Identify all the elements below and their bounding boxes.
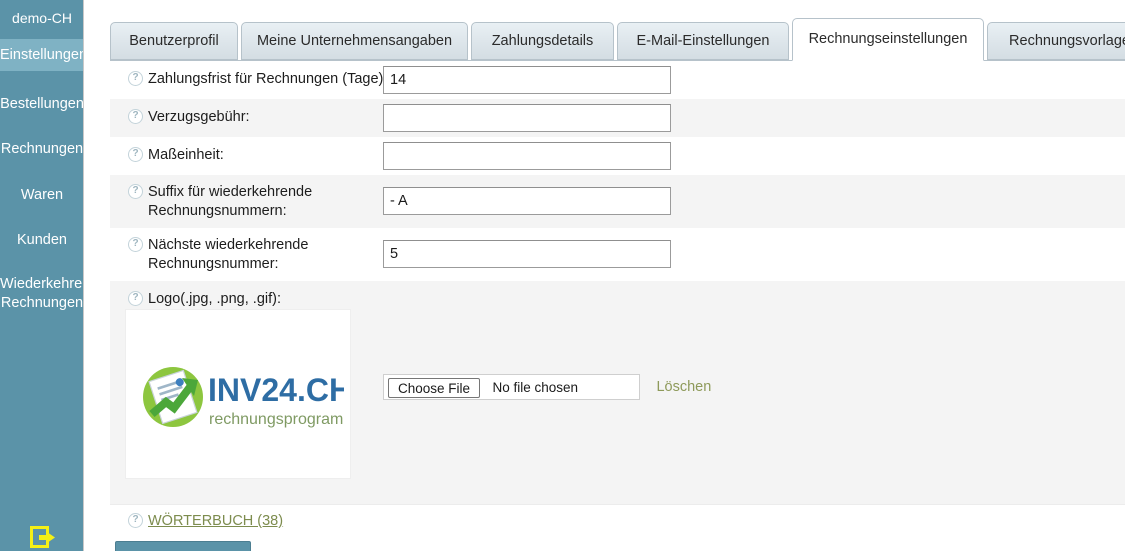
- form-row: ? Verzugsgebühr:: [110, 99, 1125, 137]
- form-row: ? Suffix für wiederkehrende Rechnungsnum…: [110, 175, 1125, 228]
- save-button[interactable]: [115, 541, 251, 551]
- question-mark-icon[interactable]: ?: [128, 147, 143, 162]
- tab-bar: Benutzerprofil Meine Unternehmensangaben…: [110, 18, 1125, 61]
- sidebar-item-bestellungen[interactable]: Bestellungen: [0, 93, 84, 115]
- tab-label: E-Mail-Einstellungen: [636, 33, 770, 49]
- sidebar-item-label: Wiederkehrende Rechnungen: [0, 276, 84, 311]
- field-control: [383, 187, 671, 215]
- sidebar-item-label: Einstellungen: [0, 47, 84, 63]
- tab-label: Zahlungsdetails: [491, 33, 594, 49]
- tab-benutzerprofil[interactable]: Benutzerprofil: [110, 22, 238, 60]
- question-mark-icon[interactable]: ?: [128, 291, 143, 306]
- form-row: ? Nächste wiederkehrende Rechnungsnummer…: [110, 228, 1125, 281]
- sidebar-item-rechnungen[interactable]: Rechnungen: [0, 138, 84, 160]
- question-mark-icon[interactable]: ?: [128, 71, 143, 86]
- tab-label: Meine Unternehmensangaben: [256, 33, 453, 49]
- naechste-rechnungsnummer-input[interactable]: [383, 240, 671, 268]
- field-control: [383, 142, 671, 170]
- application-window: demo-CH Einstellungen Bestellungen Rechn…: [0, 0, 1125, 551]
- question-mark-icon[interactable]: ?: [128, 513, 143, 528]
- field-label: Suffix für wiederkehrende Rechnungsnumme…: [148, 184, 313, 219]
- field-label: Verzugsgebühr:: [148, 109, 250, 125]
- tab-label: Rechnungsvorlage: [1009, 33, 1125, 49]
- tab-label: Rechnungseinstellungen: [808, 31, 968, 47]
- settings-panel: ? Zahlungsfrist für Rechnungen (Tage): ?…: [110, 60, 1125, 551]
- choose-file-button[interactable]: Choose File: [388, 378, 481, 398]
- sidebar-item-label: Bestellungen: [0, 96, 84, 112]
- sidebar-brand: demo-CH: [12, 10, 72, 26]
- sidebar-item-waren[interactable]: Waren: [0, 184, 83, 206]
- form-row: ? Maßeinheit:: [110, 137, 1125, 175]
- field-control: [383, 240, 671, 268]
- tab-label: Benutzerprofil: [129, 33, 219, 49]
- field-label: Zahlungsfrist für Rechnungen (Tage):: [148, 71, 388, 87]
- dictionary-row: ? WÖRTERBUCH (38): [110, 504, 1125, 540]
- field-label: Nächste wiederkehrende Rechnungsnummer:: [148, 237, 309, 272]
- tab-rechnungsvorlage[interactable]: Rechnungsvorlage: [987, 22, 1125, 60]
- dictionary-link[interactable]: WÖRTERBUCH (38): [148, 513, 283, 529]
- form-row-logo: ? Logo(.jpg, .png, .gif): INV24.CH rechn…: [110, 281, 1125, 504]
- field-label: Logo(.jpg, .png, .gif):: [148, 291, 281, 307]
- sidebar-item-kunden[interactable]: Kunden: [0, 229, 83, 251]
- logo-preview-box: INV24.CH rechnungsprogramm: [125, 309, 351, 479]
- field-label: Maßeinheit:: [148, 147, 224, 163]
- question-mark-icon[interactable]: ?: [128, 237, 143, 252]
- form-row: ? Zahlungsfrist für Rechnungen (Tage):: [110, 61, 1125, 99]
- logo-upload-controls: Choose File No file chosen Löschen: [383, 374, 711, 400]
- question-mark-icon[interactable]: ?: [128, 184, 143, 199]
- sidebar-item-label: Rechnungen: [0, 141, 84, 157]
- field-control: [383, 66, 671, 94]
- inv24-logo-image: INV24.CH rechnungsprogramm: [143, 367, 344, 428]
- field-control: [383, 104, 671, 132]
- tab-email-einstellungen[interactable]: E-Mail-Einstellungen: [617, 22, 789, 60]
- tab-rechnungseinstellungen[interactable]: Rechnungseinstellungen: [792, 18, 984, 61]
- sidebar-item-einstellungen[interactable]: Einstellungen: [0, 39, 84, 71]
- sidebar: demo-CH Einstellungen Bestellungen Rechn…: [0, 0, 84, 551]
- zahlungsfrist-input[interactable]: [383, 66, 671, 94]
- logout-arrow-icon[interactable]: [30, 524, 56, 551]
- logo-subtitle-text: rechnungsprogramm: [209, 411, 344, 428]
- sidebar-item-wiederkehrende-rechnungen[interactable]: Wiederkehrende Rechnungen: [0, 275, 84, 315]
- suffix-wiederkehrende-input[interactable]: [383, 187, 671, 215]
- masseinheit-input[interactable]: [383, 142, 671, 170]
- tab-zahlungsdetails[interactable]: Zahlungsdetails: [471, 22, 614, 60]
- question-mark-icon[interactable]: ?: [128, 109, 143, 124]
- footer-action-bar: [110, 541, 1125, 551]
- sidebar-item-label: Kunden: [17, 232, 67, 248]
- delete-logo-link[interactable]: Löschen: [656, 374, 711, 400]
- file-input[interactable]: Choose File No file chosen: [383, 374, 640, 400]
- no-file-chosen-label: No file chosen: [492, 380, 579, 395]
- logo-title-text: INV24.CH: [208, 372, 344, 408]
- verzugsgebuehr-input[interactable]: [383, 104, 671, 132]
- tab-meine-unternehmensangaben[interactable]: Meine Unternehmensangaben: [241, 22, 468, 60]
- sidebar-item-label: Waren: [20, 187, 64, 203]
